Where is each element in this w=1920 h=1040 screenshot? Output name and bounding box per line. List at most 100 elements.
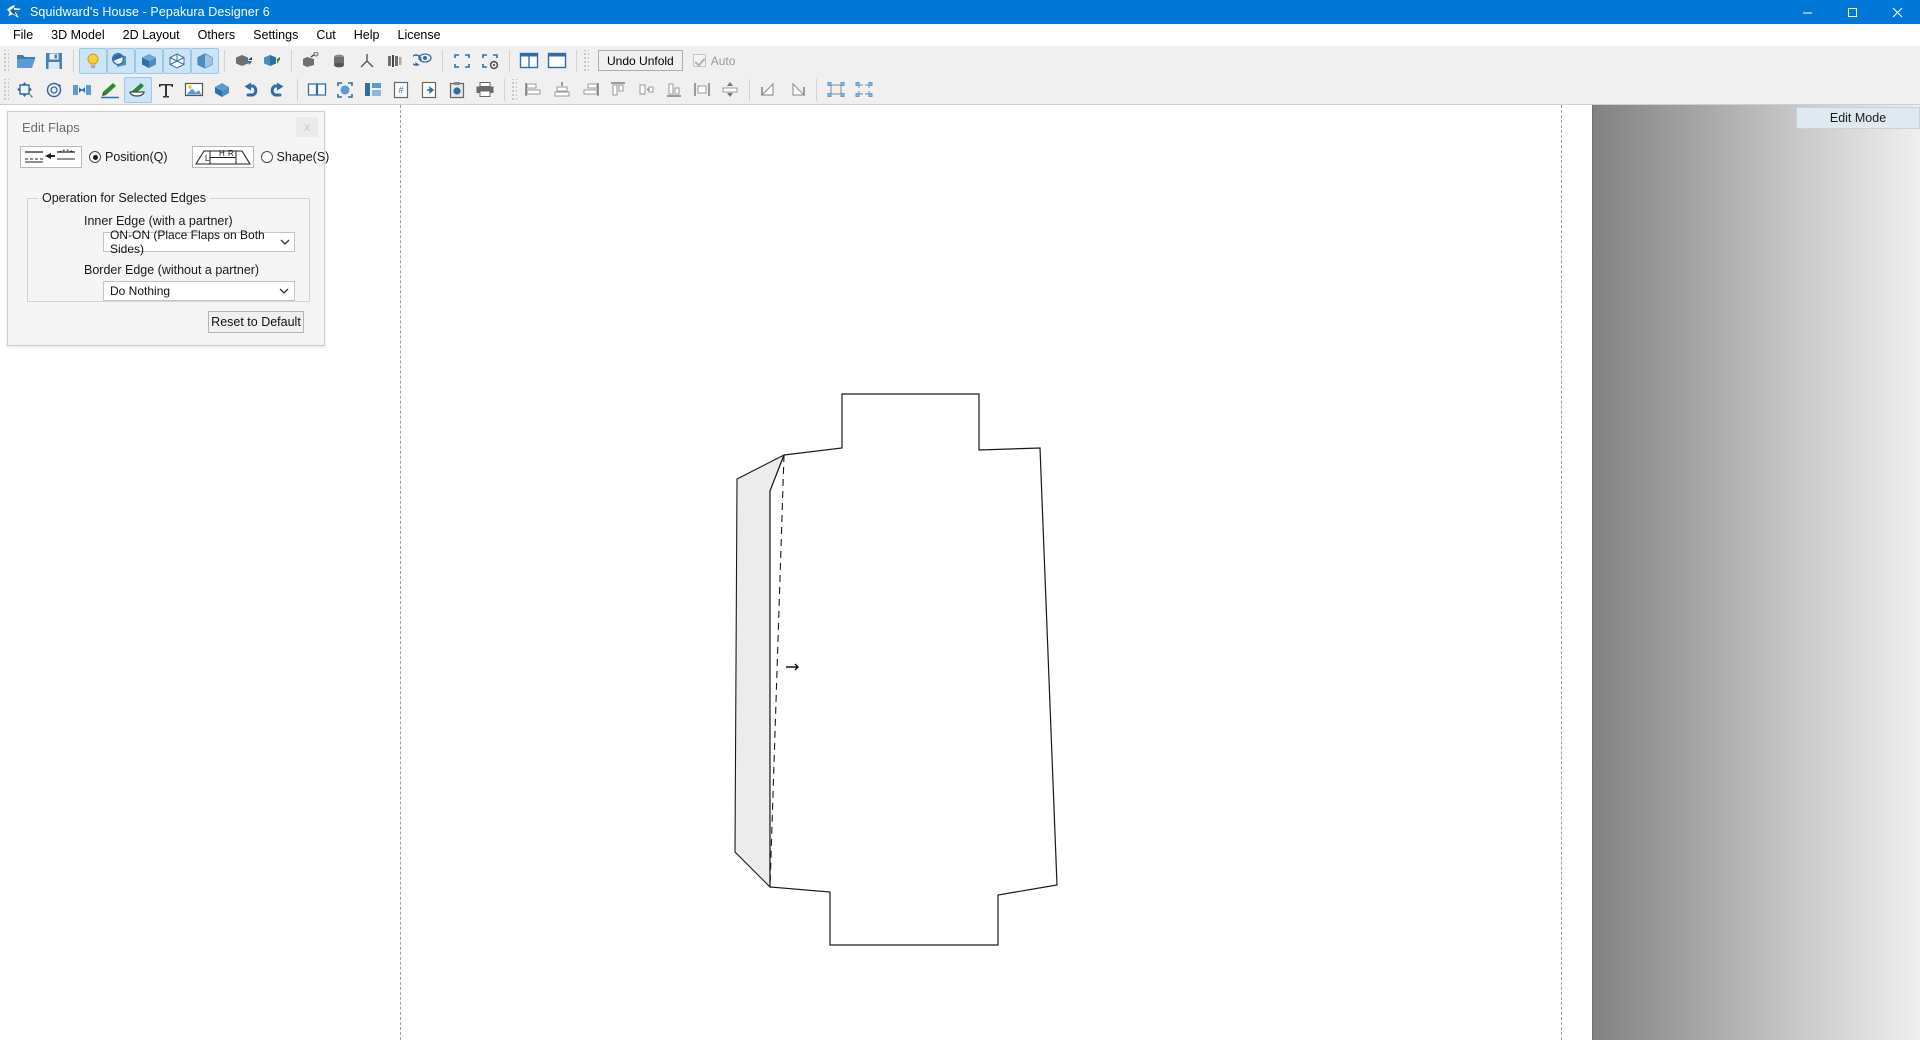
distribute-v-icon[interactable] [688, 77, 716, 103]
edit-flaps-icon[interactable] [124, 76, 152, 103]
image-tool-icon[interactable] [180, 77, 208, 103]
flip-h-icon[interactable] [755, 77, 783, 103]
clipboard-icon[interactable] [443, 77, 471, 103]
border-edge-label: Border Edge (without a partner) [84, 263, 260, 277]
rotate-model-icon[interactable] [230, 48, 258, 74]
operation-group: Operation for Selected Edges Inner Edge … [27, 191, 310, 302]
toolbar-grip[interactable] [582, 49, 589, 72]
toolbar-grip[interactable] [2, 78, 9, 101]
menu-help[interactable]: Help [345, 25, 389, 45]
split-view-icon[interactable] [515, 48, 543, 74]
window-titlebar: Squidward's House - Pepakura Designer 6 [0, 0, 1920, 24]
menu-file[interactable]: File [4, 25, 42, 45]
main-area: Edit Mode Edit Flaps x Position(Q) L H R… [0, 105, 1920, 1040]
toolbar-grip[interactable] [510, 78, 517, 101]
edit-flaps-dialog[interactable]: Edit Flaps x Position(Q) L H R Shape(S) … [7, 111, 329, 346]
lightbulb-icon[interactable] [79, 47, 107, 74]
wireframe-cube-icon[interactable] [163, 47, 191, 74]
export-icon[interactable] [415, 77, 443, 103]
3d-preview-panel[interactable]: Edit Mode [1592, 105, 1920, 1040]
inner-edge-value: ON-ON (Place Flaps on Both Sides) [110, 228, 265, 256]
toolbar-separator [442, 49, 443, 72]
auto-checkbox-box[interactable] [692, 54, 706, 67]
print-icon[interactable] [471, 77, 499, 103]
menu-3d-model[interactable]: 3D Model [42, 25, 114, 45]
toolbar-separator [73, 49, 74, 72]
flip-v-icon[interactable] [783, 77, 811, 103]
undo-icon[interactable] [236, 77, 264, 103]
redo-icon[interactable] [264, 77, 292, 103]
group-icon[interactable] [822, 77, 850, 103]
undo-unfold-button[interactable]: Undo Unfold [598, 50, 683, 71]
align-left-icon[interactable] [520, 77, 548, 103]
inner-edge-label: Inner Edge (with a partner) [84, 214, 233, 228]
reset-to-default-button[interactable]: Reset to Default [208, 311, 304, 333]
single-view-icon[interactable] [543, 48, 571, 74]
shape-mode-icon[interactable]: L H R [191, 146, 254, 168]
texture-sphere-icon[interactable] [107, 47, 135, 74]
toolbar-separator [749, 78, 750, 101]
view-settings-icon[interactable] [476, 48, 504, 74]
position-radio-button[interactable] [89, 151, 101, 163]
part-outline[interactable] [769, 393, 1058, 946]
position-radio[interactable]: Position(Q) [89, 150, 168, 164]
close-icon[interactable] [1875, 0, 1920, 24]
toolbar-separator [816, 78, 817, 101]
select-all-icon[interactable] [331, 77, 359, 103]
edit-line-icon[interactable] [96, 77, 124, 103]
menu-others[interactable]: Others [189, 25, 245, 45]
border-edge-value: Do Nothing [110, 284, 171, 298]
edit-flaps-mode-row: Position(Q) L H R Shape(S) [8, 142, 329, 172]
move-model-icon[interactable] [258, 48, 286, 74]
auto-checkbox[interactable]: Auto [692, 54, 735, 68]
rotate-part-icon[interactable] [40, 77, 68, 103]
chevron-down-icon[interactable] [274, 288, 294, 295]
minimize-icon[interactable] [1785, 0, 1830, 24]
edit-flaps-titlebar: Edit Flaps x [8, 112, 324, 142]
border-edge-select[interactable]: Do Nothing [103, 281, 295, 301]
join-disjoin-icon[interactable] [68, 77, 96, 103]
open-file-icon[interactable] [12, 48, 40, 74]
pepakura-app-icon [6, 3, 24, 21]
number-page-icon[interactable]: # [387, 77, 415, 103]
shaded-cube-icon[interactable] [191, 47, 219, 74]
menu-settings[interactable]: Settings [244, 25, 307, 45]
layout-icon[interactable] [359, 77, 387, 103]
unfold-icon[interactable] [208, 77, 236, 103]
shape-radio-button[interactable] [260, 151, 273, 163]
position-mode-icon[interactable] [20, 146, 82, 168]
fit-view-icon[interactable] [448, 48, 476, 74]
eye-rotate-icon[interactable] [409, 48, 437, 74]
distribute-h-icon[interactable] [632, 77, 660, 103]
toolbar-grip[interactable] [2, 49, 9, 72]
position-radio-label: Position(Q) [105, 150, 168, 164]
menu-license[interactable]: License [389, 25, 450, 45]
menu-2d-layout[interactable]: 2D Layout [114, 25, 189, 45]
menu-cut[interactable]: Cut [307, 25, 344, 45]
slice-icon[interactable] [381, 48, 409, 74]
cylinder-icon[interactable] [325, 48, 353, 74]
window-controls [1785, 0, 1920, 24]
text-tool-icon[interactable] [152, 77, 180, 103]
chevron-down-icon[interactable] [277, 239, 294, 246]
align-right-icon[interactable] [576, 77, 604, 103]
open-book-icon[interactable] [303, 77, 331, 103]
menubar: File 3D Model 2D Layout Others Settings … [0, 24, 1920, 46]
shape-radio-label: Shape(S) [276, 150, 330, 164]
toolbar-separator [297, 78, 298, 101]
align-bottom-icon[interactable] [660, 77, 688, 103]
toolbar-separator [224, 49, 225, 72]
solid-cube-icon[interactable] [135, 47, 163, 74]
close-icon[interactable]: x [296, 117, 318, 137]
shape-radio[interactable]: Shape(S) [260, 150, 330, 164]
inner-edge-select[interactable]: ON-ON (Place Flaps on Both Sides) [103, 228, 295, 256]
maximize-icon[interactable] [1830, 0, 1875, 24]
save-file-icon[interactable] [40, 48, 68, 74]
move-part-icon[interactable] [12, 77, 40, 103]
align-top-icon[interactable] [604, 77, 632, 103]
scale-model-icon[interactable] [297, 48, 325, 74]
axis-icon[interactable] [353, 48, 381, 74]
compress-icon[interactable] [716, 77, 744, 103]
ungroup-icon[interactable] [850, 77, 878, 103]
align-center-icon[interactable] [548, 77, 576, 103]
